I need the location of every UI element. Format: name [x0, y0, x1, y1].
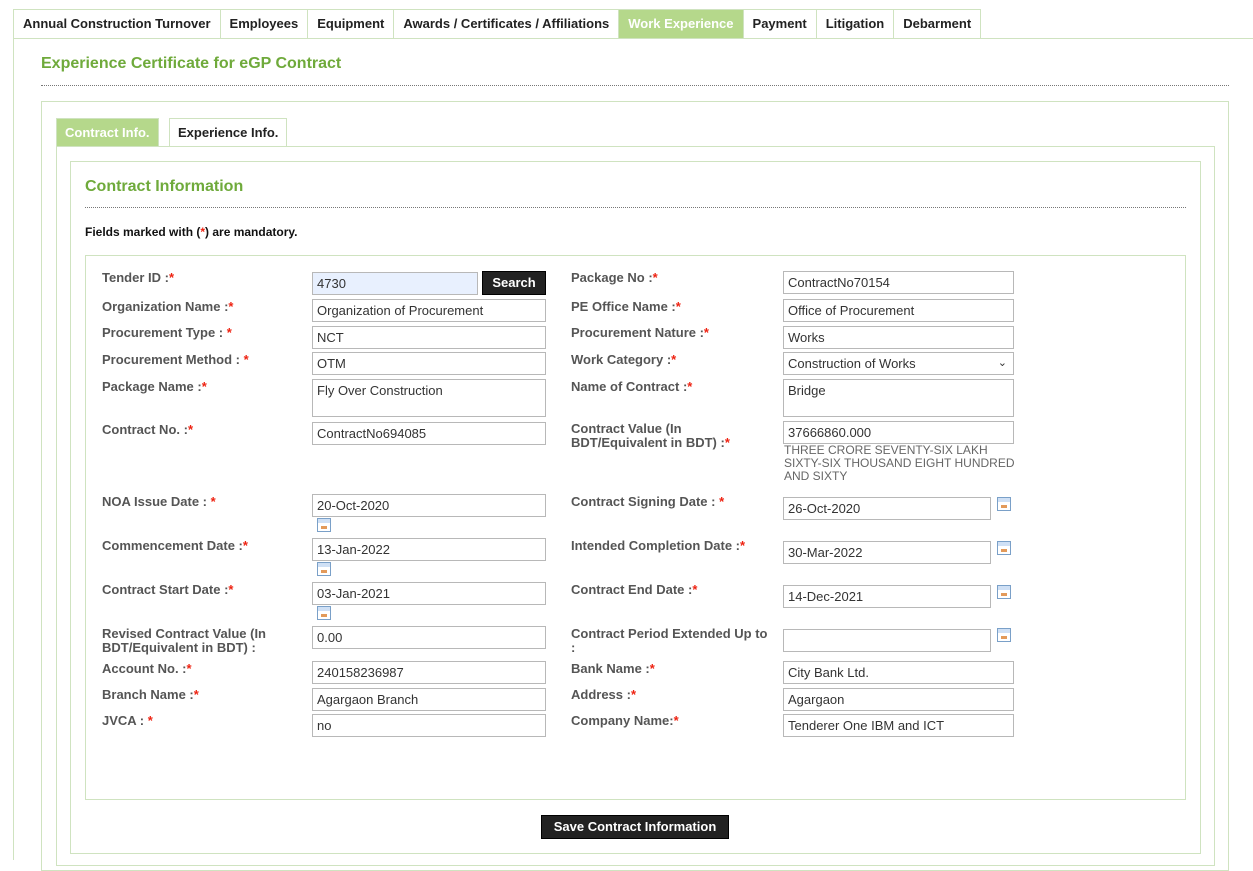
name-of-contract-label: Name of Contract :*: [571, 379, 693, 394]
contract-signing-date-label: Contract Signing Date : *: [571, 494, 725, 509]
branch-name-label: Branch Name :*: [102, 687, 199, 702]
tab-bar-divider: [13, 38, 1253, 39]
procurement-nature-input[interactable]: Works: [783, 326, 1014, 349]
bank-name-input[interactable]: City Bank Ltd.: [783, 661, 1014, 684]
noa-issue-date-input[interactable]: 20-Oct-2020: [312, 494, 546, 517]
bank-name-label: Bank Name :*: [571, 661, 655, 676]
title-divider: [41, 85, 1229, 86]
organization-name-input[interactable]: Organization of Procurement: [312, 299, 546, 322]
work-category-select[interactable]: Construction of Works ⌄: [783, 352, 1014, 375]
contract-signing-date-input[interactable]: 26-Oct-2020: [783, 497, 991, 520]
organization-name-label: Organization Name :*: [102, 299, 234, 314]
branch-name-input[interactable]: Agargaon Branch: [312, 688, 546, 711]
top-tab-bar: Annual Construction Turnover Employees E…: [13, 9, 982, 39]
revised-contract-value-input[interactable]: 0.00: [312, 626, 546, 649]
commencement-date-input[interactable]: 13-Jan-2022: [312, 538, 546, 561]
contract-no-label: Contract No. :*: [102, 422, 194, 437]
revised-contract-value-label: Revised Contract Value (In BDT/Equivalent…: [102, 626, 266, 655]
tab-equipment[interactable]: Equipment: [307, 9, 395, 38]
procurement-nature-label: Procurement Nature :*: [571, 325, 709, 340]
page-title: Experience Certificate for eGP Contract: [41, 55, 342, 72]
tab-annual-construction-turnover[interactable]: Annual Construction Turnover: [13, 9, 221, 38]
calendar-icon[interactable]: [997, 628, 1011, 642]
tab-experience-info[interactable]: Experience Info.: [169, 118, 288, 147]
work-category-label: Work Category :*: [571, 352, 677, 367]
address-input[interactable]: Agargaon: [783, 688, 1014, 711]
package-name-textarea[interactable]: Fly Over Construction: [312, 379, 546, 417]
search-button[interactable]: Search: [482, 271, 546, 295]
intended-completion-date-input[interactable]: 30-Mar-2022: [783, 541, 991, 564]
calendar-icon[interactable]: [317, 518, 331, 532]
pe-office-name-input[interactable]: Office of Procurement: [783, 299, 1014, 322]
address-label: Address :*: [571, 687, 637, 702]
account-no-label: Account No. :*: [102, 661, 192, 676]
tab-work-experience[interactable]: Work Experience: [618, 9, 744, 38]
company-name-label: Company Name:*: [571, 713, 679, 728]
section-divider: [85, 207, 1186, 208]
tab-payment[interactable]: Payment: [742, 9, 817, 38]
contract-start-date-label: Contract Start Date :*: [102, 582, 234, 597]
jvca-input[interactable]: no: [312, 714, 546, 737]
calendar-icon[interactable]: [317, 606, 331, 620]
calendar-icon[interactable]: [317, 562, 331, 576]
mandatory-note: Fields marked with (*) are mandatory.: [85, 225, 298, 239]
pe-office-name-label: PE Office Name :*: [571, 299, 681, 314]
work-category-value: Construction of Works: [788, 356, 916, 371]
tab-employees[interactable]: Employees: [219, 9, 309, 38]
tender-id-label: Tender ID :*: [102, 270, 174, 285]
jvca-label: JVCA : *: [102, 713, 153, 728]
account-no-input[interactable]: 240158236987: [312, 661, 546, 684]
contract-value-label: Contract Value (In BDT/Equivalent in BDT)…: [571, 421, 730, 450]
name-of-contract-textarea[interactable]: Bridge: [783, 379, 1014, 417]
tab-debarment[interactable]: Debarment: [893, 9, 982, 38]
company-name-input[interactable]: Tenderer One IBM and ICT: [783, 714, 1014, 737]
contract-value-input[interactable]: 37666860.000: [783, 421, 1014, 444]
tab-awards-certificates[interactable]: Awards / Certificates / Affiliations: [393, 9, 620, 38]
chevron-down-icon: ⌄: [997, 357, 1007, 369]
package-name-label: Package Name :*: [102, 379, 207, 394]
contract-period-extended-input[interactable]: [783, 629, 991, 652]
contract-value-in-words: THREE CRORE SEVENTY-SIX LAKH SIXTY-SIX T…: [784, 443, 1015, 483]
calendar-icon[interactable]: [997, 497, 1011, 511]
procurement-type-label: Procurement Type : *: [102, 325, 232, 340]
save-contract-information-button[interactable]: Save Contract Information: [541, 815, 729, 839]
commencement-date-label: Commencement Date :*: [102, 538, 248, 553]
procurement-type-input[interactable]: NCT: [312, 326, 546, 349]
intended-completion-date-label: Intended Completion Date :*: [571, 538, 746, 553]
content-left-border: [13, 38, 14, 860]
package-no-label: Package No :*: [571, 270, 658, 285]
calendar-icon[interactable]: [997, 541, 1011, 555]
contract-end-date-input[interactable]: 14-Dec-2021: [783, 585, 991, 608]
contract-no-input[interactable]: ContractNo694085: [312, 422, 546, 445]
procurement-method-label: Procurement Method : *: [102, 352, 249, 367]
contract-period-extended-label: Contract Period Extended Up to:: [571, 626, 768, 655]
tab-litigation[interactable]: Litigation: [815, 9, 895, 38]
package-no-input[interactable]: ContractNo70154: [783, 271, 1014, 294]
calendar-icon[interactable]: [997, 585, 1011, 599]
contract-start-date-input[interactable]: 03-Jan-2021: [312, 582, 546, 605]
procurement-method-input[interactable]: OTM: [312, 352, 546, 375]
tab-contract-info[interactable]: Contract Info.: [56, 118, 159, 147]
contract-end-date-label: Contract End Date :*: [571, 582, 698, 597]
section-title: Contract Information: [85, 178, 244, 195]
noa-issue-date-label: NOA Issue Date : *: [102, 494, 216, 509]
tender-id-input[interactable]: 4730: [312, 272, 478, 295]
